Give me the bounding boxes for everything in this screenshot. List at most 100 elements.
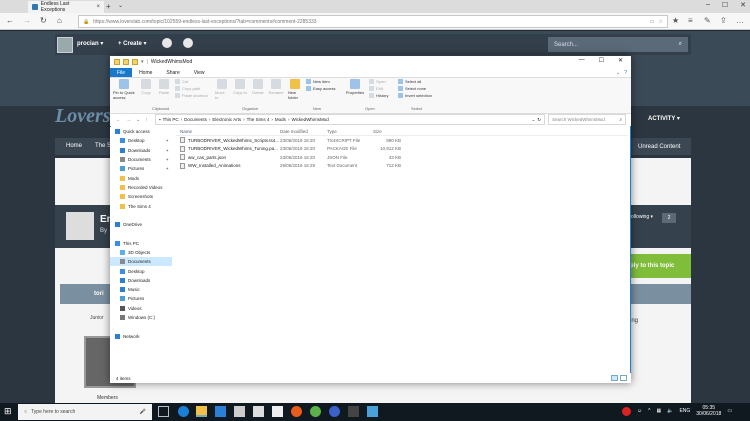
copy-path-button[interactable]: Copy path bbox=[175, 86, 208, 91]
menu-the-sims[interactable]: The S bbox=[95, 143, 111, 149]
language-indicator[interactable]: ENG bbox=[679, 408, 690, 414]
notes-icon[interactable]: ✎ bbox=[704, 16, 711, 25]
nav-item[interactable]: Network bbox=[110, 332, 172, 341]
column-type[interactable]: Type bbox=[327, 129, 373, 134]
activity-menu[interactable]: ACTIVITY ▾ bbox=[648, 115, 680, 122]
network-icon[interactable]: ▦ bbox=[656, 408, 661, 414]
more-icon[interactable]: … bbox=[736, 16, 744, 25]
nav-item[interactable]: Quick access bbox=[110, 127, 172, 136]
customize-toolbar-icon[interactable]: ▾ bbox=[141, 59, 144, 65]
people-icon[interactable]: ☺ bbox=[637, 408, 642, 414]
home-icon[interactable]: ⌂ bbox=[57, 16, 62, 25]
rename-button[interactable]: Rename bbox=[268, 79, 284, 100]
app-icon-blue[interactable] bbox=[367, 406, 378, 417]
task-view-icon[interactable] bbox=[158, 406, 169, 417]
paste-button[interactable]: Paste bbox=[157, 79, 171, 100]
nav-item[interactable]: Pictures bbox=[110, 294, 172, 303]
properties-button[interactable]: Properties bbox=[345, 79, 365, 98]
tab-view[interactable]: View bbox=[187, 70, 212, 76]
delete-button[interactable]: Delete bbox=[251, 79, 265, 100]
windows-start-icon[interactable]: ⊞ bbox=[4, 406, 12, 417]
recent-locations-icon[interactable]: ⌄ bbox=[136, 117, 140, 123]
maximize-icon[interactable]: ☐ bbox=[722, 1, 728, 9]
browser-tab[interactable]: Endless Last Exceptions × bbox=[28, 1, 104, 13]
unread-content-link[interactable]: Unread Content bbox=[638, 144, 680, 150]
nav-item[interactable]: The Sims 4 bbox=[110, 201, 172, 210]
select-none-button[interactable]: Select none bbox=[398, 86, 432, 91]
nav-item[interactable]: Screenshots bbox=[110, 192, 172, 201]
nav-item[interactable]: Downloads ✦ bbox=[110, 146, 172, 155]
refresh-icon[interactable]: ↻ bbox=[40, 16, 47, 25]
crumb-documents[interactable]: Documents bbox=[184, 117, 207, 122]
close-tab-icon[interactable]: × bbox=[96, 4, 100, 10]
clock[interactable]: 05:35 30/06/2018 bbox=[696, 405, 721, 417]
username-menu[interactable]: procian ▾ bbox=[77, 40, 103, 47]
file-row[interactable]: TURBODRIVER_WickedWhims_Scripts.ts4... 23… bbox=[176, 136, 628, 145]
address-dropdown-icon[interactable]: ⌄ bbox=[531, 117, 535, 123]
favorite-star-icon[interactable]: ☆ bbox=[659, 19, 663, 25]
details-view-icon[interactable] bbox=[611, 375, 618, 381]
column-name[interactable]: Name bbox=[176, 129, 280, 134]
nav-item[interactable]: Mods bbox=[110, 173, 172, 182]
mail-icon[interactable] bbox=[272, 406, 283, 417]
help-icon[interactable]: ? bbox=[624, 70, 627, 76]
menu-home[interactable]: Home bbox=[66, 143, 82, 149]
new-folder-quick-icon[interactable] bbox=[132, 59, 138, 65]
expand-ribbon-icon[interactable]: ⌄ bbox=[616, 70, 620, 76]
close-window-icon[interactable]: ✕ bbox=[740, 1, 746, 9]
copy-button[interactable]: Copy bbox=[139, 79, 153, 100]
search-icon[interactable]: ⌕ bbox=[679, 41, 682, 48]
file-row[interactable]: WW_Installed_Animations 29/06/2018 16:29 T… bbox=[176, 162, 628, 171]
explorer-back-icon[interactable]: ← bbox=[116, 117, 121, 123]
crumb-electronic-arts[interactable]: Electronic Arts bbox=[212, 117, 241, 122]
microphone-icon[interactable]: 🎤 bbox=[140, 409, 146, 415]
nav-item[interactable]: Desktop bbox=[110, 266, 172, 275]
topic-starter-avatar[interactable] bbox=[66, 212, 94, 240]
nav-item[interactable]: Music bbox=[110, 285, 172, 294]
cut-button[interactable]: Cut bbox=[175, 79, 208, 84]
crumb-this-pc[interactable]: This PC bbox=[163, 117, 179, 122]
pin-quick-access-button[interactable]: Pin to Quick access bbox=[113, 79, 135, 100]
new-tab-button[interactable]: + bbox=[106, 2, 111, 11]
edit-button[interactable]: Edit bbox=[369, 86, 388, 91]
nav-item[interactable]: Recorded Videos bbox=[110, 183, 172, 192]
create-button[interactable]: + Create ▾ bbox=[118, 40, 147, 47]
file-explorer-taskbar-icon[interactable] bbox=[196, 406, 207, 417]
crumb-wickedwhimsmod[interactable]: WickedWhimsMod bbox=[291, 117, 328, 122]
tab-list-chevron-icon[interactable]: ⌄ bbox=[118, 2, 123, 9]
app-icon-pin[interactable] bbox=[329, 406, 340, 417]
minimize-icon[interactable]: – bbox=[706, 1, 710, 9]
messages-icon[interactable] bbox=[183, 38, 193, 48]
site-search-input[interactable]: Search... ⌕ bbox=[548, 37, 688, 52]
back-arrow-icon[interactable]: ← bbox=[6, 16, 14, 25]
user-avatar[interactable] bbox=[57, 37, 73, 53]
reading-view-icon[interactable]: ▭ bbox=[650, 19, 655, 25]
paste-shortcut-button[interactable]: Paste shortcut bbox=[175, 93, 208, 98]
easy-access-button[interactable]: Easy access bbox=[306, 86, 335, 91]
app-icon-green[interactable] bbox=[310, 406, 321, 417]
select-all-button[interactable]: Select all bbox=[398, 79, 432, 84]
nav-item[interactable]: OneDrive bbox=[110, 220, 172, 229]
nav-item[interactable]: Documents bbox=[110, 257, 172, 267]
up-folder-icon[interactable]: ↑ bbox=[145, 117, 148, 123]
calendar-icon[interactable] bbox=[253, 406, 264, 417]
nav-item[interactable]: Videos bbox=[110, 304, 172, 313]
properties-quick-icon[interactable] bbox=[123, 59, 129, 65]
explorer-minimize-icon[interactable]: — bbox=[579, 57, 585, 64]
breadcrumb[interactable]: ▪ This PC › Documents › Electronic Arts › T… bbox=[155, 114, 545, 125]
nav-item[interactable]: 3D Objects bbox=[110, 248, 172, 257]
calculator-icon[interactable] bbox=[234, 406, 245, 417]
tray-chevron-icon[interactable]: ^ bbox=[648, 408, 650, 414]
url-bar[interactable]: 🔒 https://www.loverslab.com/topic/102559… bbox=[78, 15, 668, 28]
crumb-the-sims-4[interactable]: The Sims 4 bbox=[247, 117, 270, 122]
site-logo[interactable]: Lovers bbox=[55, 105, 111, 128]
explorer-forward-icon[interactable]: → bbox=[126, 117, 131, 123]
invert-selection-button[interactable]: Invert selection bbox=[398, 93, 432, 98]
tab-home[interactable]: Home bbox=[132, 70, 159, 76]
explorer-close-icon[interactable]: ✕ bbox=[618, 57, 623, 64]
file-row[interactable]: TURBODRIVER_WickedWhims_Tuning.pa... 23/0… bbox=[176, 145, 628, 154]
new-folder-button[interactable]: New folder bbox=[288, 79, 302, 100]
explorer-search-input[interactable]: Search WickedWhimsMod ⌕ bbox=[548, 114, 626, 125]
forward-arrow-icon[interactable]: → bbox=[23, 16, 31, 25]
nav-item[interactable]: Downloads bbox=[110, 276, 172, 285]
